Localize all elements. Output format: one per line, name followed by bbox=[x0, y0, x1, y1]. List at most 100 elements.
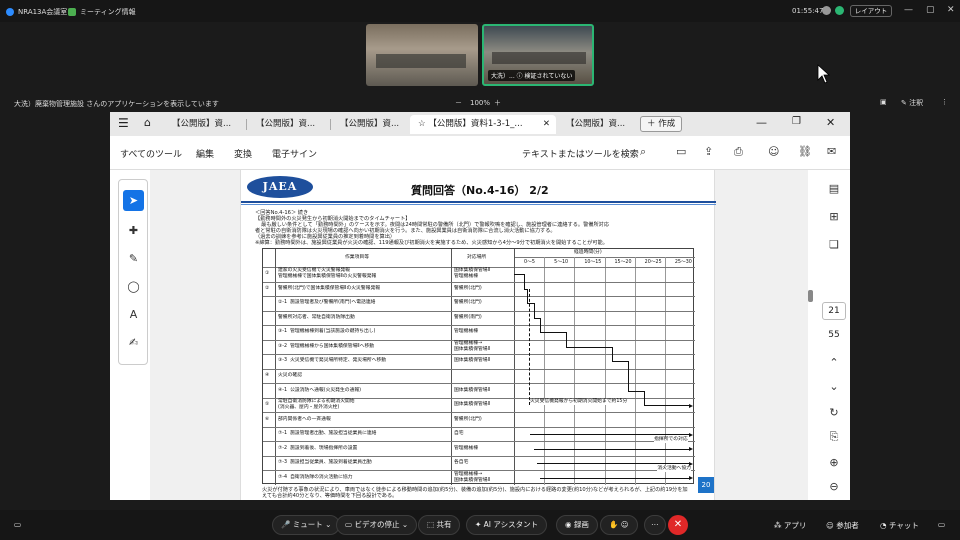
home-icon[interactable]: ⌂ bbox=[144, 116, 151, 129]
hamburger-menu-icon[interactable]: ☰ bbox=[118, 116, 129, 130]
comment-tool-icon[interactable]: ✚ bbox=[123, 220, 144, 241]
upload-icon[interactable]: ⇪ bbox=[704, 145, 713, 158]
comments-panel-icon[interactable]: ▤ bbox=[826, 182, 842, 195]
meeting-clock: 01:55:47 bbox=[792, 7, 823, 15]
maximize-icon[interactable]: ▢ bbox=[926, 5, 935, 15]
video-thumbnail-speaker[interactable]: 大洗）... ⓘ 検証されていない bbox=[482, 24, 594, 86]
column-divider bbox=[514, 249, 515, 485]
row-rule bbox=[263, 281, 695, 283]
tab-close-icon[interactable]: ✕ bbox=[543, 115, 550, 134]
close-window-icon[interactable]: ✕ bbox=[826, 116, 835, 129]
time-column-label: 20〜25 bbox=[644, 260, 662, 265]
tab-document-active[interactable]: ☆ 【公開版】資料1-3-1_... ✕ bbox=[410, 115, 556, 134]
search-icon[interactable]: ⌕ bbox=[640, 145, 646, 159]
mute-label: ミュート bbox=[292, 520, 323, 529]
restore-window-icon[interactable]: ❐ bbox=[792, 116, 801, 127]
chat-button[interactable]: ◔ チャット bbox=[880, 520, 919, 531]
close-icon[interactable]: ✕ bbox=[947, 5, 955, 15]
meeting-name[interactable]: NRA13A会議室 bbox=[6, 7, 67, 17]
more-icon[interactable]: ⋮ bbox=[941, 98, 948, 106]
video-thumbnail-room[interactable] bbox=[366, 24, 478, 86]
bookmarks-icon[interactable]: ⊞ bbox=[826, 210, 842, 223]
tab-document-5[interactable]: 【公開版】資... bbox=[558, 115, 638, 134]
row-place: 管理機械棟→ 国体集積保管場Ⅱ bbox=[454, 340, 490, 352]
participants-button[interactable]: ☺ 参加者 bbox=[826, 520, 859, 531]
menu-e-sign[interactable]: 電子サイン bbox=[272, 147, 317, 160]
page-number-badge: 20 bbox=[698, 477, 714, 493]
text-tool-icon[interactable]: A bbox=[123, 304, 144, 325]
meeting-info[interactable]: ミーティング情報 bbox=[68, 7, 136, 17]
tab-document-2[interactable]: 【公開版】資... bbox=[248, 115, 328, 134]
ai-label: AI アシスタント bbox=[483, 520, 539, 529]
document-viewer[interactable]: JAEA 質問回答（No.4-16） 2/2 ＜回答No.4-16＞ 続き 【勤… bbox=[150, 170, 808, 500]
minimize-icon[interactable]: — bbox=[904, 5, 913, 15]
select-tool-icon[interactable]: ➤ bbox=[123, 190, 144, 211]
ai-assistant-button[interactable]: ✦ AI アシスタント bbox=[466, 515, 548, 535]
row-place: 国体集積保管場Ⅱ bbox=[454, 402, 490, 408]
leave-meeting-icon[interactable]: ✕ bbox=[668, 515, 688, 535]
timeline-arrow-line bbox=[533, 448, 689, 450]
reactions-button[interactable]: ✋ ☺ bbox=[600, 515, 638, 535]
row-number: ① bbox=[265, 271, 270, 277]
status-icon[interactable] bbox=[835, 6, 844, 15]
zoom-in-icon[interactable]: ＋ bbox=[494, 98, 501, 108]
save-icon[interactable]: ▭ bbox=[676, 145, 686, 158]
zoom-out-icon[interactable]: ⊖ bbox=[826, 480, 842, 493]
share-button[interactable]: ⬚ 共有 bbox=[418, 515, 461, 535]
row-item: 警備所(北門)で国体集積保管場Ⅱの火災警報発報 bbox=[278, 285, 381, 291]
rotate-icon[interactable]: ↻ bbox=[826, 406, 842, 419]
record-button[interactable]: ◉ 録画 bbox=[556, 515, 598, 535]
view-options-icon[interactable]: ▣ bbox=[880, 98, 887, 106]
tab-document-1[interactable]: 【公開版】資... bbox=[164, 115, 244, 134]
clock-label: 01:55:47 bbox=[792, 7, 824, 15]
row-item: ③-3 火災受信機で発災場所特定、発災場所へ移動 bbox=[278, 358, 387, 364]
minimize-window-icon[interactable]: — bbox=[756, 116, 767, 129]
more-options-button[interactable]: ⋯ bbox=[644, 515, 666, 535]
zoom-level: 100% bbox=[470, 99, 491, 107]
link-icon[interactable]: ⛓ bbox=[798, 145, 812, 158]
menu-edit[interactable]: 編集 bbox=[196, 147, 214, 160]
add-user-icon[interactable]: ☺ bbox=[768, 145, 779, 158]
star-icon[interactable]: ☆ bbox=[418, 119, 428, 129]
row-item: ⑦-3 施設担当従業員、施設到着従業員出勤 bbox=[278, 460, 372, 466]
timeline-step bbox=[523, 274, 525, 289]
apps-button[interactable]: ⁂ アプリ bbox=[774, 520, 806, 531]
pages-icon[interactable]: ❏ bbox=[826, 238, 842, 251]
tool-search-box[interactable]: テキストまたはツールを検索 bbox=[522, 147, 639, 160]
pen-tool-icon[interactable]: ✎ bbox=[123, 248, 144, 269]
row-rule bbox=[263, 426, 695, 428]
timeline-arrow-line bbox=[649, 405, 689, 407]
mail-icon[interactable]: ✉ bbox=[827, 145, 836, 158]
shape-tool-icon[interactable]: ◯ bbox=[123, 276, 144, 297]
menu-convert[interactable]: 変換 bbox=[234, 147, 252, 160]
mute-button[interactable]: 🎤 ミュート ⌄ bbox=[272, 515, 341, 535]
row-place: 警備所(北門) bbox=[454, 300, 482, 306]
panel-toggle-icon[interactable]: ▭ bbox=[938, 520, 945, 529]
tab-label: 【公開版】資料1-3-1_... bbox=[428, 119, 523, 129]
timeline-segment bbox=[566, 346, 612, 348]
annotate-label: 注釈 bbox=[909, 99, 924, 107]
print-icon[interactable]: ⎙ bbox=[734, 145, 743, 159]
captions-icon[interactable]: ▭ bbox=[14, 520, 21, 529]
tab-divider bbox=[330, 119, 331, 130]
jaea-logo: JAEA bbox=[247, 176, 313, 198]
new-tab-button[interactable]: ＋ 作成 bbox=[640, 116, 683, 132]
video-label: ビデオの停止 bbox=[354, 520, 400, 529]
zoom-out-icon[interactable]: － bbox=[455, 98, 462, 108]
annotate-button[interactable]: ✎ 注釈 bbox=[901, 98, 923, 108]
layout-button[interactable]: レイアウト bbox=[850, 5, 892, 17]
fill-sign-tool-icon[interactable]: ✍ bbox=[123, 332, 144, 353]
profile-icon[interactable] bbox=[822, 6, 831, 15]
menu-all-tools[interactable]: すべてのツール bbox=[120, 147, 182, 160]
time-column-label: 25〜30 bbox=[674, 260, 692, 265]
current-page-input[interactable]: 21 bbox=[822, 302, 846, 320]
stop-video-button[interactable]: ▭ ビデオの停止 ⌄ bbox=[336, 515, 418, 535]
tab-document-3[interactable]: 【公開版】資... bbox=[332, 115, 412, 134]
row-item: 火災の確認 bbox=[278, 373, 302, 378]
scrollbar-thumb[interactable] bbox=[808, 290, 813, 302]
row-rule bbox=[263, 325, 695, 327]
page-up-icon[interactable]: ⌃ bbox=[826, 356, 842, 369]
zoom-in-icon[interactable]: ⊕ bbox=[826, 456, 842, 469]
page-down-icon[interactable]: ⌄ bbox=[826, 380, 842, 393]
extract-page-icon[interactable]: ⎘ bbox=[826, 430, 842, 444]
